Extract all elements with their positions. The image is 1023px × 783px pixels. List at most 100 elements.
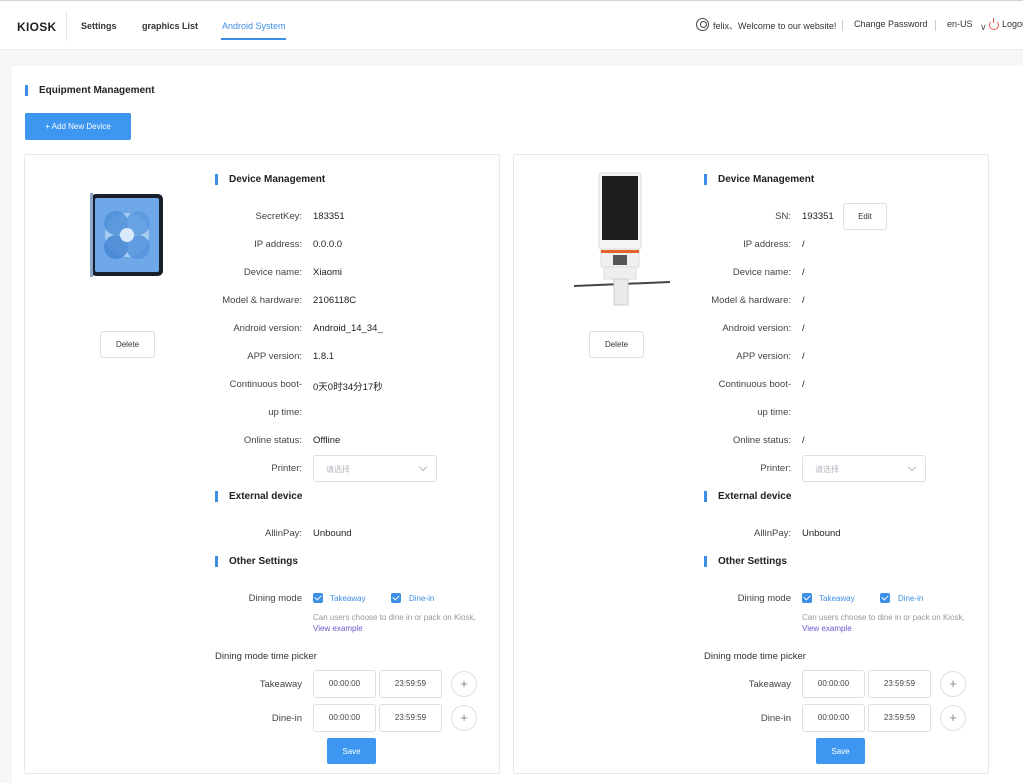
printer-select[interactable]: 请选择 bbox=[313, 455, 437, 482]
field-value: 1.8.1 bbox=[313, 351, 335, 362]
chevron-down-icon bbox=[907, 462, 917, 472]
takeaway-end-time[interactable]: 23:59:59 bbox=[379, 670, 442, 698]
dinein-checkbox[interactable] bbox=[880, 593, 890, 603]
dinein-checkbox-label[interactable]: Dine-in bbox=[409, 594, 434, 603]
top-bar: KIOSK Settings graphics List Android Sys… bbox=[0, 0, 1023, 50]
field-label: up time: bbox=[268, 407, 302, 418]
field-label: Model & hardware: bbox=[711, 295, 791, 306]
field-label: IP address: bbox=[254, 239, 302, 250]
allinpay-label: AllinPay: bbox=[754, 528, 791, 539]
field-label: APP version: bbox=[736, 351, 791, 362]
nav-graphics-list[interactable]: graphics List bbox=[142, 21, 198, 31]
takeaway-checkbox-label[interactable]: Takeaway bbox=[330, 594, 366, 603]
device-card: Delete Device Management SN: 193351 Edit… bbox=[513, 154, 989, 774]
time-picker-title: Dining mode time picker bbox=[704, 651, 806, 662]
dining-hint: Can users choose to dine in or pack on K… bbox=[313, 613, 476, 622]
field-label: Device name: bbox=[732, 267, 791, 278]
field-value: / bbox=[802, 295, 805, 306]
active-tab-indicator bbox=[221, 38, 286, 40]
dinein-end-time[interactable]: 23:59:59 bbox=[379, 704, 442, 732]
plus-icon[interactable]: + bbox=[451, 705, 477, 731]
printer-placeholder: 请选择 bbox=[326, 465, 350, 474]
printer-placeholder: 请选择 bbox=[815, 465, 839, 474]
field-label: SN: bbox=[775, 211, 791, 222]
field-label: Model & hardware: bbox=[222, 295, 302, 306]
takeaway-checkbox[interactable] bbox=[802, 593, 812, 603]
edit-button[interactable]: Edit bbox=[843, 203, 887, 230]
device-card: Delete Device Management SecretKey: 1833… bbox=[24, 154, 500, 774]
change-password-link[interactable]: Change Password bbox=[854, 19, 928, 29]
delete-button[interactable]: Delete bbox=[100, 331, 155, 358]
section-device-management: Device Management bbox=[215, 174, 325, 185]
dinein-time-label: Dine-in bbox=[760, 713, 791, 724]
takeaway-start-time[interactable]: 00:00:00 bbox=[313, 670, 376, 698]
field-value: / bbox=[802, 351, 805, 362]
divider bbox=[842, 20, 843, 31]
dinein-time-label: Dine-in bbox=[271, 713, 302, 724]
takeaway-start-time[interactable]: 00:00:00 bbox=[802, 670, 865, 698]
page-title: Equipment Management bbox=[25, 85, 155, 96]
view-example-link[interactable]: View example bbox=[802, 624, 852, 633]
field-value: / bbox=[802, 323, 805, 334]
printer-select[interactable]: 请选择 bbox=[802, 455, 926, 482]
field-value: 0天0时34分17秒 bbox=[313, 382, 383, 393]
allinpay-value: Unbound bbox=[313, 528, 352, 539]
save-button[interactable]: Save bbox=[327, 738, 376, 764]
field-label: Device name: bbox=[243, 267, 302, 278]
status-value: / bbox=[802, 435, 805, 446]
dinein-start-time[interactable]: 00:00:00 bbox=[802, 704, 865, 732]
chevron-down-icon[interactable]: ∨ bbox=[980, 22, 987, 33]
delete-button[interactable]: Delete bbox=[589, 331, 644, 358]
takeaway-checkbox[interactable] bbox=[313, 593, 323, 603]
dinein-end-time[interactable]: 23:59:59 bbox=[868, 704, 931, 732]
takeaway-checkbox-label[interactable]: Takeaway bbox=[819, 594, 855, 603]
field-label: Android version: bbox=[722, 323, 791, 334]
field-label: Android version: bbox=[233, 323, 302, 334]
section-device-management: Device Management bbox=[704, 174, 814, 185]
logout-link[interactable]: Logout bbox=[1002, 19, 1023, 29]
nav-android-system[interactable]: Android System bbox=[222, 21, 286, 31]
field-value: Xiaomi bbox=[313, 267, 343, 278]
field-value: / bbox=[802, 267, 805, 278]
section-other-settings: Other Settings bbox=[704, 556, 787, 567]
kiosk-image bbox=[574, 172, 670, 306]
plus-icon[interactable]: + bbox=[940, 705, 966, 731]
user-icon bbox=[696, 18, 709, 31]
logout-icon[interactable] bbox=[989, 18, 999, 30]
view-example-link[interactable]: View example bbox=[313, 624, 363, 633]
printer-label: Printer: bbox=[760, 463, 791, 474]
add-new-device-button[interactable]: + Add New Device bbox=[25, 113, 131, 140]
field-label: up time: bbox=[757, 407, 791, 418]
chevron-down-icon bbox=[418, 462, 428, 472]
time-picker-title: Dining mode time picker bbox=[215, 651, 317, 662]
takeaway-end-time[interactable]: 23:59:59 bbox=[868, 670, 931, 698]
field-value: 193351 bbox=[802, 211, 834, 222]
plus-icon[interactable]: + bbox=[940, 671, 966, 697]
brand-logo[interactable]: KIOSK bbox=[17, 20, 57, 34]
field-value: 183351 bbox=[313, 211, 345, 222]
field-value: / bbox=[802, 379, 805, 390]
dinein-checkbox-label[interactable]: Dine-in bbox=[898, 594, 923, 603]
nav-settings[interactable]: Settings bbox=[81, 21, 117, 31]
divider bbox=[66, 11, 67, 41]
field-label: Continuous boot- bbox=[229, 379, 302, 390]
tablet-image bbox=[90, 193, 163, 277]
field-value: 2106118C bbox=[313, 295, 357, 306]
language-select[interactable]: en-US bbox=[947, 19, 973, 29]
allinpay-value: Unbound bbox=[802, 528, 841, 539]
dinein-checkbox[interactable] bbox=[391, 593, 401, 603]
section-external-device: External device bbox=[704, 491, 791, 502]
dining-hint: Can users choose to dine in or pack on K… bbox=[802, 613, 965, 622]
welcome-text: felix、Welcome to our website! bbox=[713, 21, 837, 31]
status-value: Offline bbox=[313, 435, 341, 446]
dinein-start-time[interactable]: 00:00:00 bbox=[313, 704, 376, 732]
field-value: / bbox=[802, 239, 805, 250]
printer-label: Printer: bbox=[271, 463, 302, 474]
save-button[interactable]: Save bbox=[816, 738, 865, 764]
field-label: APP version: bbox=[247, 351, 302, 362]
divider bbox=[935, 20, 936, 31]
section-other-settings: Other Settings bbox=[215, 556, 298, 567]
field-value: 0.0.0.0 bbox=[313, 239, 343, 250]
plus-icon[interactable]: + bbox=[451, 671, 477, 697]
field-label: SecretKey: bbox=[255, 211, 302, 222]
